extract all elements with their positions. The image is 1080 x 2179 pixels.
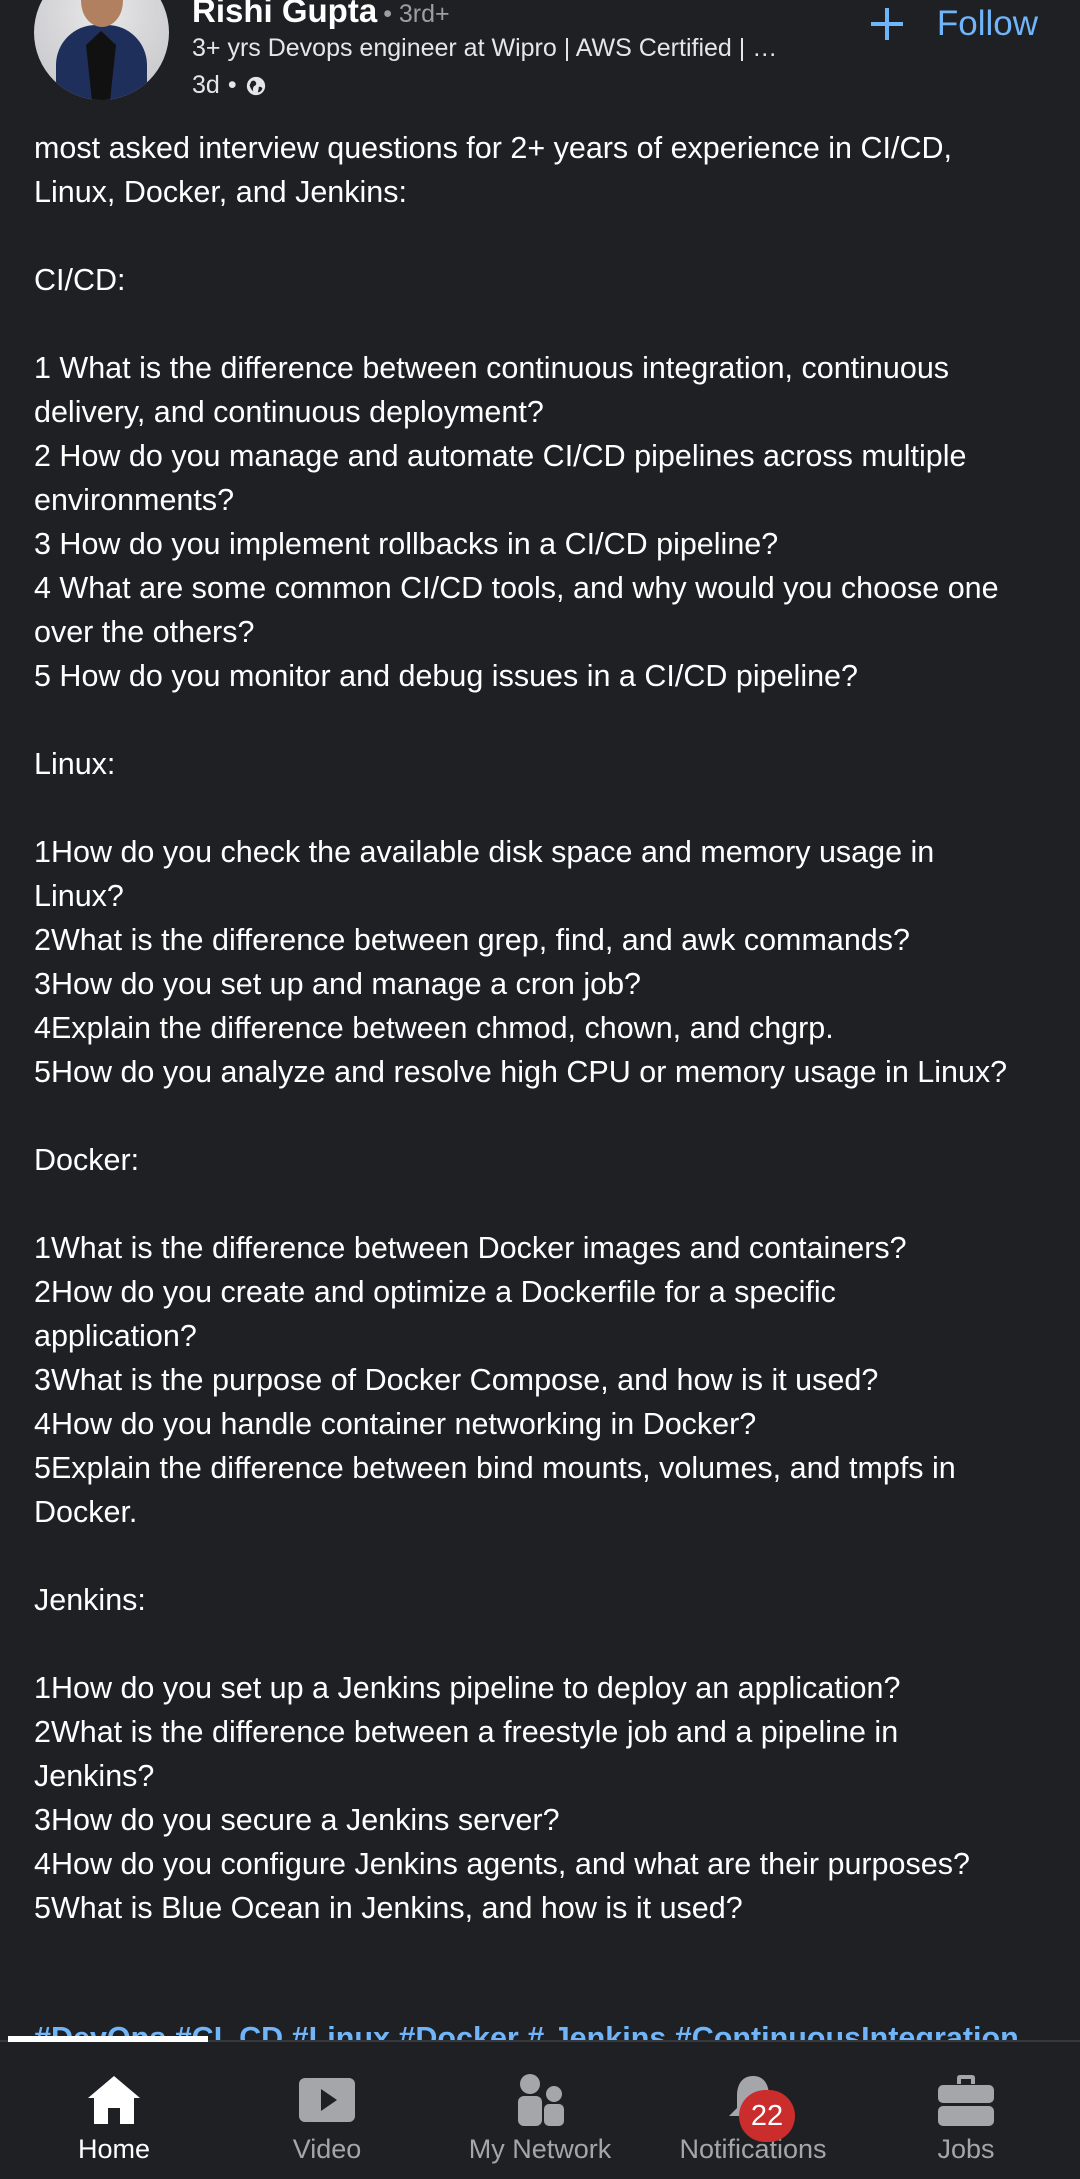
meta-separator: • bbox=[227, 71, 237, 99]
post-meta: 3d • bbox=[192, 71, 267, 100]
active-tab-indicator bbox=[8, 2036, 208, 2042]
nav-my-network-label: My Network bbox=[468, 2134, 612, 2164]
follow-button[interactable]: Follow bbox=[869, 4, 1038, 44]
question-line: over the others? bbox=[34, 615, 255, 649]
nav-video[interactable]: Video bbox=[237, 2072, 417, 2165]
post-text-line: most asked interview questions for 2+ ye… bbox=[34, 131, 952, 165]
question-line: 3How do you set up and manage a cron job… bbox=[34, 967, 642, 1001]
author-name-text[interactable]: Rishi Gupta bbox=[192, 0, 377, 29]
question-line: 5 How do you monitor and debug issues in… bbox=[34, 659, 858, 693]
question-line: 1How do you set up a Jenkins pipeline to… bbox=[34, 1671, 901, 1705]
nav-jobs[interactable]: Jobs bbox=[876, 2072, 1056, 2165]
nav-my-network[interactable]: My Network bbox=[450, 2072, 630, 2165]
question-line: 5What is Blue Ocean in Jenkins, and how … bbox=[34, 1891, 743, 1925]
home-icon bbox=[88, 2076, 140, 2124]
follow-label: Follow bbox=[936, 4, 1038, 43]
question-line: 2What is the difference between grep, fi… bbox=[34, 923, 910, 957]
nav-video-label: Video bbox=[292, 2134, 362, 2164]
question-line: Linux? bbox=[34, 879, 124, 913]
briefcase-icon bbox=[938, 2075, 994, 2126]
question-line: 1How do you check the available disk spa… bbox=[34, 835, 935, 869]
question-line: 5Explain the difference between bind mou… bbox=[34, 1451, 956, 1485]
section-heading-docker: Docker: bbox=[34, 1143, 140, 1177]
question-line: 4Explain the difference between chmod, c… bbox=[34, 1011, 834, 1045]
question-line: 3How do you secure a Jenkins server? bbox=[34, 1803, 560, 1837]
question-line: 1What is the difference between Docker i… bbox=[34, 1231, 907, 1265]
nav-home[interactable]: Home bbox=[24, 2072, 204, 2165]
question-line: 4 What are some common CI/CD tools, and … bbox=[34, 571, 999, 605]
video-icon bbox=[299, 2078, 355, 2122]
question-line: Jenkins? bbox=[34, 1759, 155, 1793]
question-line: 1 What is the difference between continu… bbox=[34, 351, 950, 385]
question-line: delivery, and continuous deployment? bbox=[34, 395, 544, 429]
post-time: 3d bbox=[192, 71, 220, 99]
question-line: 4How do you handle container networking … bbox=[34, 1407, 757, 1441]
question-line: 3What is the purpose of Docker Compose, … bbox=[34, 1363, 879, 1397]
nav-home-label: Home bbox=[77, 2134, 151, 2164]
connection-degree: • 3rd+ bbox=[383, 0, 450, 28]
author-name[interactable]: Rishi Gupta • 3rd+ bbox=[192, 0, 450, 30]
question-line: 5How do you analyze and resolve high CPU… bbox=[34, 1055, 1008, 1089]
globe-icon bbox=[246, 76, 265, 95]
post-header: Rishi Gupta • 3rd+ 3+ yrs Devops engineer… bbox=[0, 0, 1080, 120]
nav-notifications[interactable]: Notifications 22 bbox=[663, 2072, 843, 2165]
question-line: application? bbox=[34, 1319, 197, 1353]
bottom-nav-bar: Home Video My Network Notifications 22 J… bbox=[0, 2036, 1080, 2179]
notification-count-badge: 22 bbox=[739, 2090, 795, 2142]
question-line: 3 How do you implement rollbacks in a CI… bbox=[34, 527, 779, 561]
question-line: 2How do you create and optimize a Docker… bbox=[34, 1275, 836, 1309]
question-line: 2What is the difference between a freest… bbox=[34, 1715, 899, 1749]
question-line: 2 How do you manage and automate CI/CD p… bbox=[34, 439, 967, 473]
post-body[interactable]: most asked interview questions for 2+ ye… bbox=[34, 126, 1048, 1930]
author-headline: 3+ yrs Devops engineer at Wipro | AWS Ce… bbox=[192, 34, 778, 62]
section-heading-linux: Linux: bbox=[34, 747, 116, 781]
network-icon bbox=[518, 2074, 564, 2126]
question-line: 4How do you configure Jenkins agents, an… bbox=[34, 1847, 970, 1881]
nav-jobs-label: Jobs bbox=[937, 2134, 995, 2164]
question-line: Docker. bbox=[34, 1495, 138, 1529]
plus-icon bbox=[870, 8, 903, 40]
author-avatar[interactable] bbox=[34, 0, 169, 100]
post-text-line: Linux, Docker, and Jenkins: bbox=[34, 175, 407, 209]
section-heading-jenkins: Jenkins: bbox=[34, 1583, 146, 1617]
question-line: environments? bbox=[34, 483, 235, 517]
section-heading-cicd: CI/CD: bbox=[34, 263, 126, 297]
